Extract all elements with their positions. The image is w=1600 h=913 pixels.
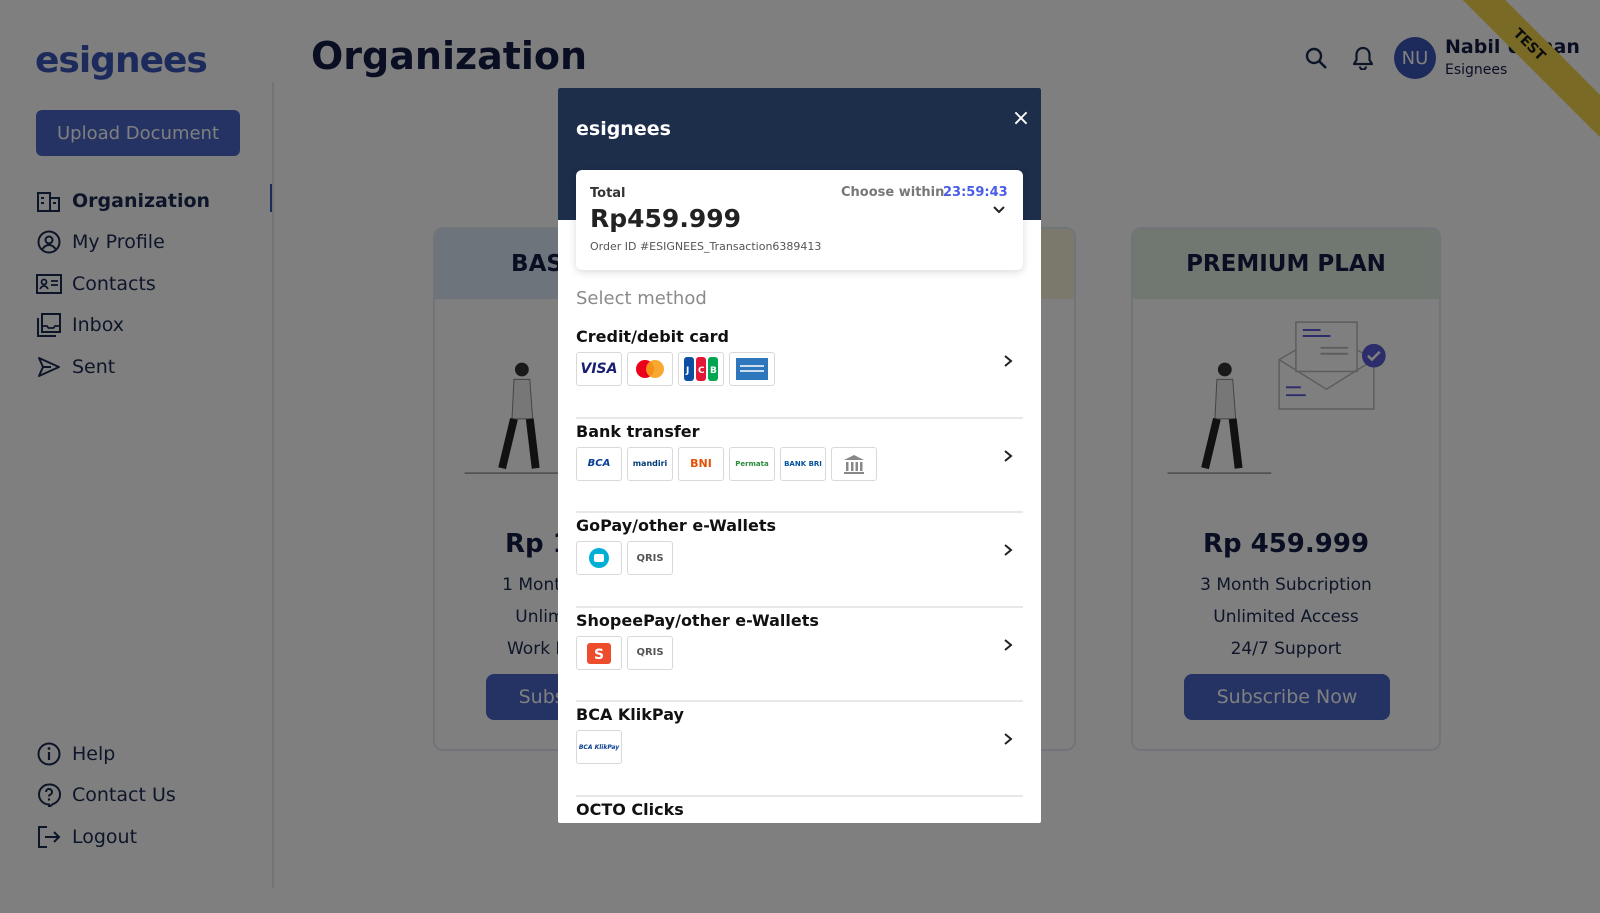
chevron-right-icon (1004, 355, 1013, 367)
bca-klikpay-logo: BCA KlikPay (576, 730, 622, 764)
countdown-timer: 23:59:43 (943, 185, 1008, 200)
payment-method-octo-clicks[interactable]: OCTO Clicks (576, 797, 1023, 824)
permata-logo: Permata (729, 446, 775, 481)
modal-brand: esignees (576, 118, 671, 140)
payment-method-bca-klikpay[interactable]: BCA KlikPay BCA KlikPay (576, 702, 1023, 797)
method-name: Credit/debit card (576, 327, 729, 346)
total-amount: Rp459.999 (590, 204, 742, 233)
close-icon[interactable]: × (1008, 106, 1034, 132)
payment-method-gopay[interactable]: GoPay/other e-Wallets QRIS (576, 513, 1023, 608)
bank-building-icon (831, 446, 877, 481)
payment-method-bank-transfer[interactable]: Bank transfer BCA mandiri BNI Permata BA… (576, 419, 1023, 513)
order-summary[interactable]: Total Rp459.999 Order ID #ESIGNEES_Trans… (576, 170, 1023, 270)
payment-method-shopeepay[interactable]: ShopeePay/other e-Wallets S QRIS (576, 608, 1023, 702)
bni-logo: BNI (678, 446, 724, 481)
chevron-right-icon (1004, 638, 1013, 651)
svg-text:S: S (594, 647, 604, 663)
payment-method-list: Credit/debit card VISA JCB Bank transfer… (576, 324, 1023, 823)
payment-modal: esignees × Total Rp459.999 Order ID #ESI… (558, 88, 1041, 823)
method-name: OCTO Clicks (576, 799, 684, 819)
method-name: GoPay/other e-Wallets (576, 516, 776, 535)
bri-logo: BANK BRI (780, 446, 826, 481)
gopay-logo (576, 541, 622, 575)
visa-logo: VISA (576, 352, 622, 386)
order-id: Order ID #ESIGNEES_Transaction6389413 (590, 240, 822, 253)
payment-method-card[interactable]: Credit/debit card VISA JCB (576, 324, 1023, 419)
chevron-right-icon (1004, 544, 1013, 556)
shopeepay-logo: S (576, 635, 622, 670)
qris-logo: QRIS (627, 541, 673, 575)
select-method-heading: Select method (576, 288, 707, 309)
mastercard-logo (627, 352, 673, 386)
method-name: Bank transfer (576, 421, 700, 441)
method-name: BCA KlikPay (576, 705, 684, 724)
chevron-right-icon (1004, 733, 1013, 745)
mandiri-logo: mandiri (627, 446, 673, 481)
qris-logo: QRIS (627, 635, 673, 670)
svg-text:C: C (698, 366, 705, 376)
amex-logo (729, 352, 775, 386)
svg-text:B: B (710, 366, 717, 376)
bca-logo: BCA (576, 446, 622, 481)
chevron-down-icon[interactable] (991, 202, 1007, 218)
choose-within-label: Choose within (841, 185, 945, 200)
total-label: Total (590, 186, 626, 201)
svg-text:J: J (685, 366, 689, 376)
jcb-logo: JCB (678, 352, 724, 386)
method-name: ShopeePay/other e-Wallets (576, 610, 819, 630)
chevron-right-icon (1004, 449, 1013, 462)
